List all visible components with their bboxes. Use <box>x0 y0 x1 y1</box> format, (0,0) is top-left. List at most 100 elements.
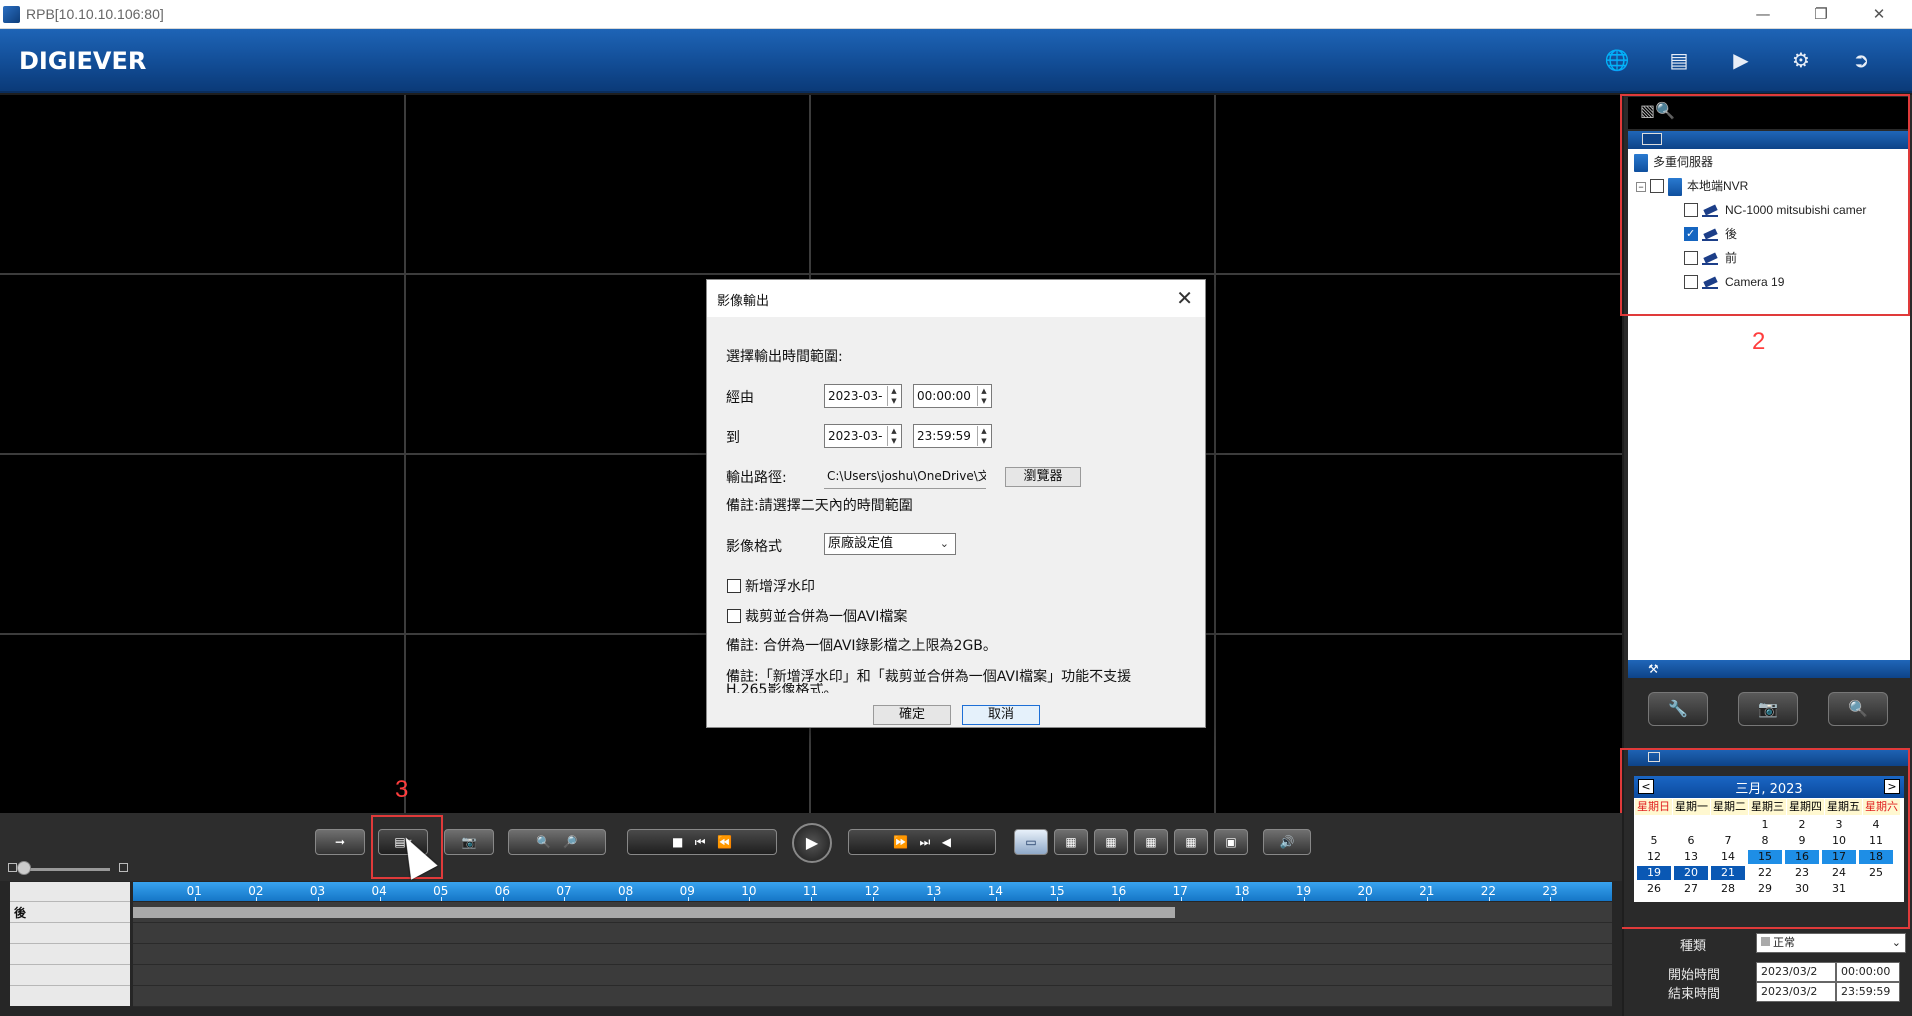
layout-16-button[interactable]: ▦ <box>1174 829 1208 855</box>
tools-panel: 🔧 📷 🔍 <box>1628 678 1910 748</box>
play-button[interactable]: ▶ <box>792 823 832 863</box>
timeline-hour-label: 10 <box>741 884 757 898</box>
search-video-button[interactable]: 🔍 <box>1828 692 1888 726</box>
timeline-track[interactable] <box>133 923 1612 944</box>
video-export-dialog: 影像輸出 ✕ 選擇輸出時間範圍: 經由 2023-03- ▲ ▼ 00:00:00 ▲… <box>706 279 1206 728</box>
window-title: RPB[10.10.10.106:80] <box>26 6 164 22</box>
playback-icon[interactable]: ▶ <box>1724 45 1758 75</box>
type-select[interactable]: 正常 ⌄ <box>1756 933 1906 953</box>
end-date-field[interactable]: 2023/03/2 <box>1756 982 1836 1002</box>
annotation-box-1 <box>1620 748 1910 929</box>
tools-section-bar: ⚒ <box>1628 660 1910 678</box>
to-label: 到 <box>726 430 740 446</box>
app-icon <box>3 6 20 23</box>
format-label: 影像格式 <box>726 539 782 555</box>
playback-control-bar: ➞ ▤▾ 📷 🔍 🔎 ■ ⏮ ⏪ ▶ ⏩ ⏭ ◀ ▭ ▦ ▦ ▦ ▦ ▣ 🔊 <box>0 813 1622 881</box>
from-label: 經由 <box>726 390 754 406</box>
merge-avi-label: 裁剪並合併為一個AVI檔案 <box>745 609 908 625</box>
merge-avi-checkbox[interactable] <box>727 609 741 623</box>
timeline-hour-label: 12 <box>864 884 880 898</box>
slider-handle[interactable] <box>17 861 31 875</box>
layout-4-button[interactable]: ▦ <box>1054 829 1088 855</box>
timeline-hour-label: 04 <box>371 884 387 898</box>
browse-button[interactable]: 瀏覽器 <box>1005 467 1081 487</box>
dialog-title: 影像輸出 <box>717 294 770 309</box>
date-spinner-icon[interactable]: ▲ ▼ <box>887 386 900 406</box>
title-bar: RPB[10.10.10.106:80] — ❐ ✕ <box>0 0 1912 29</box>
restore-button[interactable]: ❐ <box>1792 0 1850 29</box>
timeline-hour-label: 23 <box>1542 884 1558 898</box>
forward-next-step-buttons[interactable]: ⏩ ⏭ ◀ <box>848 829 996 855</box>
timeline-hour-label: 15 <box>1049 884 1065 898</box>
timeline-hour-label: 03 <box>309 884 326 898</box>
wrench-button[interactable]: 🔧 <box>1648 692 1708 726</box>
start-date-field[interactable]: 2023/03/2 <box>1756 962 1836 982</box>
snapshot-button[interactable]: 📷 <box>1738 692 1798 726</box>
timeline-zoom-slider[interactable] <box>18 868 110 871</box>
to-date-field[interactable]: 2023-03- ▲ ▼ <box>824 424 902 448</box>
watermark-checkbox[interactable] <box>727 579 741 593</box>
timeline-row-label: 後 <box>14 906 27 920</box>
ok-button[interactable]: 確定 <box>873 705 951 725</box>
format-select[interactable]: 原廠設定值 ⌄ <box>824 533 956 555</box>
logout-icon[interactable]: ➲ <box>1844 45 1878 75</box>
timeline-hour-label: 01 <box>186 884 202 898</box>
annotation-number-2: 2 <box>1752 328 1766 355</box>
path-field[interactable]: C:\Users\joshu\OneDrive\文 <box>824 465 986 489</box>
timeline-hour-label: 16 <box>1111 884 1127 898</box>
from-date-field[interactable]: 2023-03- ▲ ▼ <box>824 384 902 408</box>
recording-segment[interactable] <box>133 907 1175 918</box>
timeline-hour-label: 17 <box>1172 884 1188 898</box>
timeline-hour-label: 11 <box>802 884 819 898</box>
cancel-button[interactable]: 取消 <box>962 705 1040 725</box>
annotation-box-2 <box>1620 94 1910 316</box>
volume-button[interactable]: 🔊 <box>1263 829 1311 855</box>
timeline-hour-label: 05 <box>433 884 449 898</box>
start-time-field[interactable]: 00:00:00 <box>1836 962 1900 982</box>
type-label: 種類 <box>1680 938 1707 953</box>
minimize-button[interactable]: — <box>1734 0 1792 29</box>
timeline-hour-label: 08 <box>618 884 634 898</box>
zoom-max-icon <box>119 863 128 872</box>
fullscreen-button[interactable]: ▣ <box>1214 829 1248 855</box>
globe-icon[interactable]: 🌐 <box>1600 45 1634 75</box>
range-note: 備註:請選擇二天內的時間範圍 <box>726 498 913 514</box>
timeline-hour-label: 14 <box>987 884 1004 898</box>
timeline-hour-label: 07 <box>556 884 572 898</box>
close-window-button[interactable]: ✕ <box>1850 0 1908 29</box>
range-label: 選擇輸出時間範圍: <box>726 349 843 365</box>
end-time-label: 結束時間 <box>1668 986 1721 1001</box>
start-time-label: 開始時間 <box>1668 967 1721 982</box>
snapshot-folder-button[interactable]: 📷 <box>444 829 494 855</box>
h265-note-line2: H.265影像格式。 <box>726 683 838 693</box>
timeline-hour-label: 18 <box>1234 884 1250 898</box>
timeline-track[interactable] <box>133 986 1612 1007</box>
zoom-min-icon <box>8 863 17 872</box>
type-color-icon <box>1761 937 1770 946</box>
timeline-track[interactable] <box>133 944 1612 965</box>
settings-icon[interactable]: ⚙ <box>1784 45 1818 75</box>
stop-prev-rewind-buttons[interactable]: ■ ⏮ ⏪ <box>627 829 777 855</box>
tools-icon: ⚒ <box>1648 662 1659 676</box>
export-button[interactable]: ➞ <box>315 829 365 855</box>
end-time-field[interactable]: 23:59:59 <box>1836 982 1900 1002</box>
timeline-hour-label: 21 <box>1419 884 1435 898</box>
timeline-hour-ruler[interactable]: 01 02 03 04 05 06 07 08 09 10 11 12 13 14 15 16 17 18 19 20… <box>133 882 1612 901</box>
time-spinner-icon[interactable]: ▲ ▼ <box>977 426 990 446</box>
dialog-title-bar: 影像輸出 ✕ <box>707 280 1205 317</box>
layout-1-button[interactable]: ▭ <box>1014 829 1048 855</box>
date-spinner-icon[interactable]: ▲ ▼ <box>887 426 900 446</box>
zoom-buttons[interactable]: 🔍 🔎 <box>508 829 606 855</box>
header-bar: DIGIEVER 🌐 ▤ ▶ ⚙ ➲ <box>0 29 1912 93</box>
layout-6-button[interactable]: ▦ <box>1094 829 1128 855</box>
dialog-close-icon[interactable]: ✕ <box>1176 286 1193 310</box>
layout-9-button[interactable]: ▦ <box>1134 829 1168 855</box>
timeline-hour-label: 19 <box>1295 884 1312 898</box>
timeline-track[interactable] <box>133 965 1612 986</box>
from-time-field[interactable]: 00:00:00 ▲ ▼ <box>913 384 992 408</box>
to-time-field[interactable]: 23:59:59 ▲ ▼ <box>913 424 992 448</box>
monitor-icon[interactable]: ▤ <box>1662 45 1696 75</box>
time-spinner-icon[interactable]: ▲ ▼ <box>977 386 990 406</box>
timeline-hour-label: 22 <box>1480 884 1497 898</box>
timeline-hour-label: 20 <box>1357 884 1373 898</box>
